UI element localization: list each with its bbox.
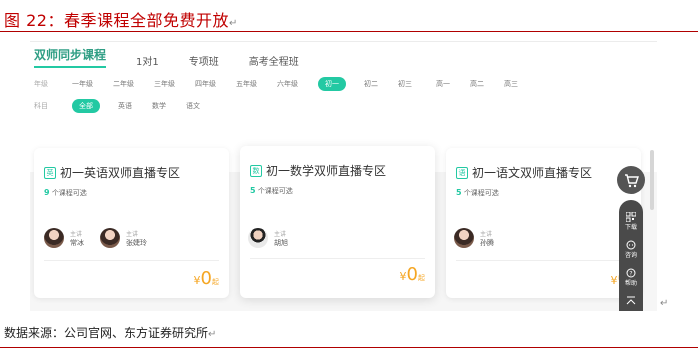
- card-divider: [250, 258, 425, 259]
- card-title: 数 初一数学双师直播专区: [250, 162, 386, 179]
- grade-filter-label: 年级: [34, 80, 48, 88]
- grade-option[interactable]: 二年级: [113, 79, 134, 89]
- cart-button[interactable]: [617, 166, 645, 194]
- download-label: 下载: [624, 224, 637, 231]
- consult-label: 咨询: [624, 252, 637, 259]
- tab-special[interactable]: 专项班: [189, 53, 219, 68]
- teacher-avatar: [100, 228, 120, 248]
- course-count: 5 个课程可选: [456, 188, 499, 197]
- back-to-top-icon: [626, 296, 636, 305]
- tab-dual-teacher[interactable]: 双师同步课程: [34, 46, 107, 68]
- help-item[interactable]: ? 帮助: [619, 268, 643, 287]
- card-title: 语 初一语文双师直播专区: [456, 164, 592, 181]
- figure-caption: 数据来源：公司官网、东方证券研究所↵: [4, 326, 217, 340]
- card-price: ¥0起: [399, 264, 425, 285]
- tab-gaokao[interactable]: 高考全程班: [249, 53, 299, 68]
- grade-option[interactable]: 一年级: [72, 79, 93, 89]
- subject-option-selected[interactable]: 全部: [72, 99, 100, 113]
- chat-icon: [626, 240, 636, 250]
- grade-option[interactable]: 四年级: [195, 79, 216, 89]
- subject-filter: 科目 全部 英语 数学 语文: [34, 99, 220, 113]
- consult-item[interactable]: 咨询: [619, 240, 643, 259]
- tab-one-on-one[interactable]: 1对1: [136, 53, 159, 68]
- teacher: 主讲 孙腾: [454, 228, 494, 248]
- figure-title: 图 22：春季课程全部免费开放↵: [4, 11, 238, 30]
- course-tabs: 双师同步课程 1对1 专项班 高考全程班: [34, 46, 329, 68]
- bottom-rule: [0, 347, 698, 348]
- teacher-avatar: [248, 228, 268, 248]
- teacher-name: 常冰: [70, 238, 84, 247]
- top-rule: [0, 31, 698, 32]
- card-divider: [44, 260, 219, 261]
- teacher-name: 孙腾: [480, 238, 494, 247]
- subject-option[interactable]: 英语: [118, 101, 132, 111]
- grade-option[interactable]: 五年级: [236, 79, 257, 89]
- card-divider: [456, 260, 631, 261]
- teacher-role: 主讲: [274, 230, 287, 238]
- subject-filter-label: 科目: [34, 102, 48, 110]
- edge-return-mark: ↵: [660, 298, 669, 309]
- teacher-role: 主讲: [126, 230, 139, 238]
- subject-option[interactable]: 数学: [152, 101, 166, 111]
- english-subject-icon: 英: [44, 166, 56, 179]
- back-to-top-item[interactable]: [619, 296, 643, 306]
- teacher: 主讲 张婕玲: [100, 228, 147, 248]
- teacher-role: 主讲: [480, 230, 493, 238]
- teacher-role: 主讲: [70, 230, 83, 238]
- grade-option[interactable]: 六年级: [277, 79, 298, 89]
- teacher-avatar: [454, 228, 474, 248]
- grade-option[interactable]: 初三: [398, 79, 412, 89]
- card-title-text: 初一语文双师直播专区: [472, 166, 593, 180]
- grade-option[interactable]: 高一: [436, 79, 450, 89]
- math-subject-icon: 数: [250, 164, 262, 177]
- teacher-avatar: [44, 228, 64, 248]
- course-card-english[interactable]: 英 初一英语双师直播专区 9 个课程可选 主讲 常冰 主讲 张婕玲 ¥0起: [34, 148, 229, 298]
- grade-option[interactable]: 高二: [470, 79, 484, 89]
- card-title-text: 初一数学双师直播专区: [266, 164, 387, 178]
- grade-option[interactable]: 初二: [364, 79, 378, 89]
- floating-sidebar: 下载 咨询 ? 帮助: [619, 200, 643, 311]
- chinese-subject-icon: 语: [456, 166, 468, 179]
- course-count: 9 个课程可选: [44, 188, 87, 197]
- download-item[interactable]: 下载: [619, 212, 643, 231]
- course-card-chinese[interactable]: 语 初一语文双师直播专区 5 个课程可选 主讲孙腾 ¥0: [446, 148, 641, 298]
- card-price: ¥0起: [193, 268, 219, 289]
- teacher-name: 张婕玲: [126, 238, 147, 247]
- help-label: 帮助: [624, 280, 637, 287]
- grade-option[interactable]: 三年级: [154, 79, 175, 89]
- cart-icon: [625, 174, 639, 188]
- card-title-text: 初一英语双师直播专区: [60, 166, 181, 180]
- grade-option[interactable]: 高三: [504, 79, 518, 89]
- grade-option-selected[interactable]: 初一: [318, 77, 346, 91]
- help-icon: ?: [626, 268, 636, 278]
- teacher: 主讲 胡旭: [248, 228, 288, 248]
- course-screenshot: 双师同步课程 1对1 专项班 高考全程班 年级 一年级 二年级 三年级 四年级 …: [30, 41, 657, 311]
- qrcode-icon: [626, 212, 636, 222]
- subject-option[interactable]: 语文: [186, 101, 200, 111]
- course-count: 5 个课程可选: [250, 186, 293, 195]
- teacher: 主讲 常冰: [44, 228, 84, 248]
- teacher-name: 胡旭: [274, 238, 288, 247]
- svg-text:?: ?: [629, 271, 632, 278]
- course-card-math[interactable]: 数 初一数学双师直播专区 5 个课程可选 主讲 胡旭 ¥0起: [240, 146, 435, 298]
- card-title: 英 初一英语双师直播专区: [44, 164, 180, 181]
- page-scrollbar[interactable]: [650, 150, 654, 210]
- grade-filter: 年级 一年级 二年级 三年级 四年级 五年级 六年级 初一 初二 初三 高一 高…: [34, 77, 538, 91]
